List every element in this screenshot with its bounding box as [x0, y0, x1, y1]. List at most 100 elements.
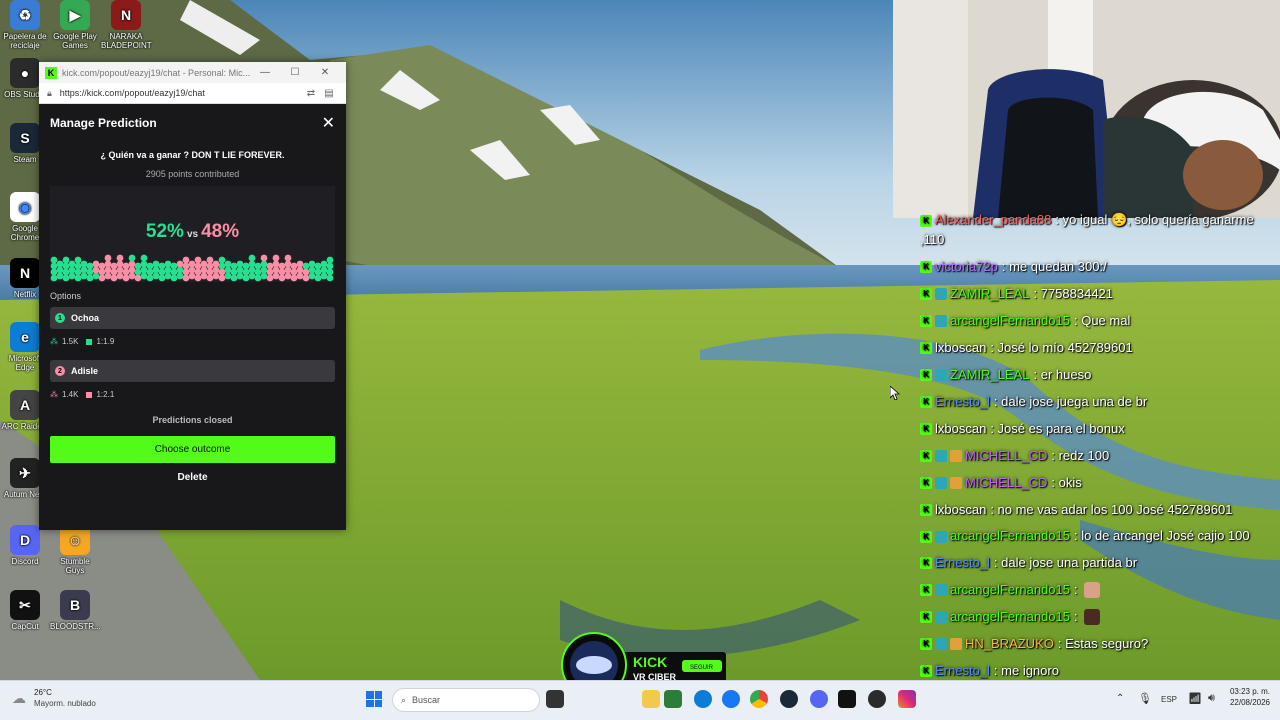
chat-username[interactable]: Ernesto_l — [935, 388, 990, 415]
chat-text: : 7758834421 — [1033, 286, 1114, 301]
option-2-name: Adisle — [71, 366, 99, 376]
weather-description[interactable]: Mayorm. nublado — [34, 699, 96, 708]
chat-text: : dale jose una partida br — [993, 555, 1138, 570]
desktop-icon[interactable]: N NARAKA BLADEPOINT — [101, 0, 152, 50]
choose-outcome-button[interactable]: Choose outcome — [50, 436, 335, 463]
kick-badge-icon: K — [920, 287, 932, 300]
desktop-icon-label: BLOODSTR... — [50, 622, 101, 631]
delete-button[interactable]: Delete — [50, 468, 335, 488]
file-explorer-icon[interactable] — [642, 690, 660, 708]
url-text[interactable]: https://kick.com/popout/eazyj19/chat — [60, 88, 302, 98]
gift-badge-icon — [950, 637, 962, 650]
close-window-button[interactable]: ✕ — [310, 67, 340, 78]
desktop-icon-label: CapCut — [11, 622, 39, 631]
vote-dot — [104, 254, 112, 262]
vote-dot — [314, 268, 322, 276]
chat-username[interactable]: arcangelFernando15 — [950, 307, 1070, 334]
vote-dot — [50, 262, 58, 270]
weather-temperature[interactable]: 26°C — [34, 688, 52, 697]
reader-icon[interactable]: ▤ — [320, 88, 338, 99]
app-icon: ● — [10, 58, 40, 88]
vote-dot — [284, 260, 292, 268]
language-indicator[interactable]: ESP — [1161, 695, 1177, 704]
desktop-icon[interactable]: B BLOODSTR... — [50, 590, 101, 631]
facebook-icon[interactable] — [722, 690, 740, 708]
clock-date[interactable]: 22/08/2026 — [1230, 698, 1270, 707]
chat-username[interactable]: lxboscan — [935, 334, 986, 361]
start-icon[interactable] — [366, 691, 382, 707]
chat-username[interactable]: lxboscan — [935, 496, 986, 523]
microphone-icon[interactable]: 🎙︎ — [1138, 692, 1152, 705]
chevron-up-icon[interactable]: ⌃ — [1116, 693, 1124, 704]
vote-dot — [266, 268, 274, 276]
chat-username[interactable]: ZAMIR_LEAL — [950, 361, 1029, 388]
address-bar[interactable]: 🔒︎ https://kick.com/popout/eazyj19/chat … — [39, 83, 346, 104]
kick-badge-icon: K — [920, 583, 932, 596]
vote-dot — [326, 256, 334, 264]
wifi-icon[interactable]: 📶︎ — [1188, 692, 1202, 705]
vote-dot — [122, 274, 130, 282]
steam-icon[interactable] — [780, 690, 798, 708]
chat-username[interactable]: arcangelFernando15 — [950, 576, 1070, 603]
option-1-number: 1 — [55, 313, 65, 323]
vote-dot — [86, 262, 94, 270]
desktop-icon-label: Google Play Games — [53, 32, 97, 50]
chat-message: Kvictoria72p: me quedan 300:/ — [920, 253, 1280, 280]
app-icon: ✂ — [10, 590, 40, 620]
chat-username[interactable]: Alexander_panda88 — [935, 212, 1051, 227]
desktop-icon[interactable]: D Discord — [0, 525, 50, 566]
option-1[interactable]: 1 Ochoa — [50, 307, 335, 329]
panel-title: Manage Prediction — [50, 116, 157, 130]
option-2-stats: ⁂ 1.4K 1:2.1 — [50, 390, 335, 399]
taskbar-search[interactable]: ⌕ Buscar — [392, 688, 540, 712]
chat-username[interactable]: victoria72p — [935, 253, 998, 280]
instagram-icon[interactable] — [898, 690, 916, 708]
chat-username[interactable]: ZAMIR_LEAL — [950, 280, 1029, 307]
maximize-button[interactable]: ☐ — [280, 67, 310, 78]
translate-icon[interactable]: ⇄ — [302, 88, 320, 99]
volume-icon[interactable]: 🔊︎ — [1208, 692, 1215, 705]
chat-username[interactable]: HN_BRAZUKO — [965, 630, 1054, 657]
clock-time[interactable]: 03:23 p. m. — [1230, 687, 1270, 696]
manage-prediction-panel: Manage Prediction ✕ ¿ Quién va a ganar ?… — [39, 104, 346, 488]
desktop-icon[interactable]: ▶ Google Play Games — [50, 0, 100, 50]
chat-username[interactable]: arcangelFernando15 — [950, 528, 1070, 543]
vote-dot — [206, 256, 214, 264]
vote-dot — [212, 266, 220, 274]
webcam-feed — [893, 0, 1280, 218]
weather-icon[interactable]: ☁ — [12, 690, 26, 707]
desktop-icon-label: Discord — [11, 557, 39, 566]
desktop-icon-label: Stumble Guys — [60, 557, 90, 575]
chat-username[interactable]: arcangelFernando15 — [950, 603, 1070, 630]
desktop-icon[interactable]: ✂ CapCut — [0, 590, 50, 631]
vote-dot — [212, 272, 220, 280]
close-icon[interactable]: ✕ — [322, 113, 335, 133]
chat-username[interactable]: MICHELL_CD — [965, 442, 1047, 469]
vote-dot — [302, 268, 310, 276]
vote-dot — [188, 272, 196, 280]
vote-dot — [296, 266, 304, 274]
xbox-icon[interactable] — [664, 690, 682, 708]
desktop-icon[interactable]: ☺ Stumble Guys — [50, 525, 100, 575]
vote-dot — [116, 254, 124, 262]
vote-dot — [104, 260, 112, 268]
option-2[interactable]: 2 Adisle — [50, 360, 335, 382]
chrome-icon[interactable] — [750, 690, 768, 708]
vote-dot — [200, 260, 208, 268]
vote-dot — [290, 274, 298, 282]
vote-dot — [218, 256, 226, 264]
chat-username[interactable]: Ernesto_l — [935, 549, 990, 576]
sub-badge-icon — [935, 449, 947, 462]
chat-username[interactable]: Ernesto_l — [935, 657, 990, 680]
edge-icon[interactable] — [694, 690, 712, 708]
chat-username[interactable]: MICHELL_CD — [965, 469, 1047, 496]
discord-icon[interactable] — [810, 690, 828, 708]
minimize-button[interactable]: — — [250, 67, 280, 78]
obs-icon[interactable] — [868, 690, 886, 708]
task-view-icon[interactable] — [546, 690, 564, 708]
chat-username[interactable]: lxboscan — [935, 415, 986, 442]
tiktok-icon[interactable] — [838, 690, 856, 708]
vote-dot — [188, 266, 196, 274]
desktop-icon[interactable]: ♻ Papelera de reciclaje — [0, 0, 50, 50]
vote-dot — [254, 262, 262, 270]
